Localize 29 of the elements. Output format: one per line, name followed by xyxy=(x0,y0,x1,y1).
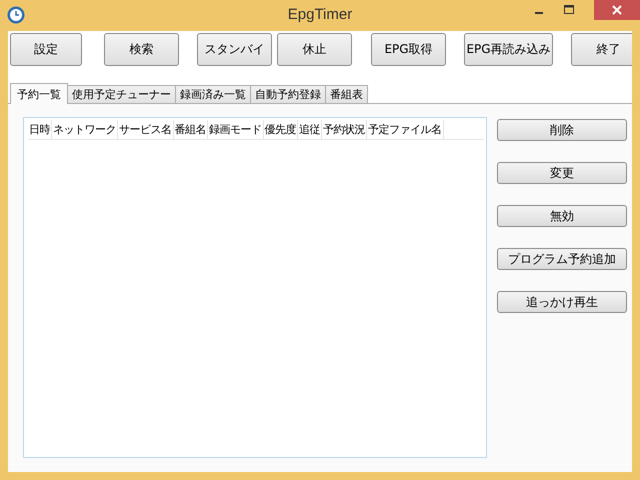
toolbar-button[interactable]: 検索 xyxy=(104,33,179,66)
action-button[interactable]: 削除 xyxy=(497,119,627,141)
column-header[interactable]: 録画モード xyxy=(208,120,264,139)
action-button[interactable]: プログラム予約追加 xyxy=(497,248,627,270)
tab[interactable]: 録画済み一覧 xyxy=(175,85,251,103)
toolbar-button[interactable]: 設定 xyxy=(10,33,82,66)
action-button[interactable]: 変更 xyxy=(497,162,627,184)
column-header[interactable]: 優先度 xyxy=(264,120,298,139)
column-header[interactable]: 予約状況 xyxy=(322,120,367,139)
toolbar-button[interactable]: 終了 xyxy=(571,33,632,66)
toolbar-button[interactable]: 休止 xyxy=(277,33,352,66)
column-header[interactable]: サービス名 xyxy=(118,120,174,139)
tab[interactable]: 番組表 xyxy=(325,85,368,103)
column-header[interactable]: 日時 xyxy=(28,120,52,139)
toolbar-button[interactable]: スタンバイ xyxy=(197,33,272,66)
window-title: EpgTimer xyxy=(288,6,352,23)
action-button[interactable]: 追っかけ再生 xyxy=(497,291,627,313)
action-button[interactable]: 無効 xyxy=(497,205,627,227)
column-header[interactable]: 追従 xyxy=(298,120,322,139)
column-header[interactable]: ネットワーク xyxy=(52,120,118,139)
column-header[interactable]: 予定ファイル名 xyxy=(367,120,444,139)
toolbar-button[interactable]: EPG取得 xyxy=(371,33,446,66)
column-header[interactable]: 番組名 xyxy=(174,120,208,139)
tab[interactable]: 使用予定チューナー xyxy=(67,85,176,103)
tab[interactable]: 予約一覧 xyxy=(10,83,68,104)
clock-icon xyxy=(7,6,25,24)
tab[interactable]: 自動予約登録 xyxy=(250,85,326,103)
toolbar-button[interactable]: EPG再読み込み xyxy=(464,33,553,66)
close-button[interactable] xyxy=(594,0,640,20)
